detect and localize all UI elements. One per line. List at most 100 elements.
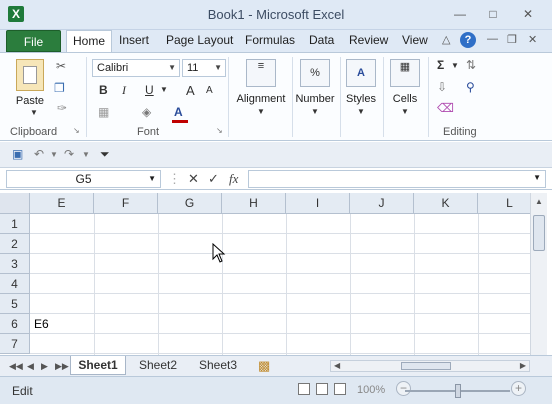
worksheet-grid[interactable]: E F G H I J K L 1 2 3 4 5 6 7 E6 (0, 193, 530, 355)
scroll-right-icon[interactable]: ▶ (520, 361, 526, 370)
font-name-select[interactable]: Calibri ▼ (92, 59, 180, 77)
zoom-out-icon[interactable]: − (396, 381, 411, 396)
close-icon[interactable]: ✕ (520, 7, 536, 21)
tab-view[interactable]: View (402, 33, 428, 47)
page-break-preview-icon[interactable] (334, 383, 346, 395)
prev-sheet-icon[interactable]: ◀ (27, 361, 34, 372)
format-painter-icon[interactable]: ✑ (57, 101, 67, 115)
scroll-left-icon[interactable]: ◀ (334, 361, 340, 370)
grow-font-button[interactable]: A (186, 83, 195, 98)
column-header-i[interactable]: I (286, 193, 350, 214)
zoom-level[interactable]: 100% (357, 384, 385, 396)
workbook-close-icon[interactable]: ✕ (528, 33, 537, 46)
sheet-tab-sheet2[interactable]: Sheet2 (130, 356, 186, 375)
borders-icon[interactable]: ▦ (98, 105, 109, 119)
paste-dropdown-icon[interactable]: ▼ (30, 108, 38, 117)
vertical-scroll-thumb[interactable] (533, 215, 545, 251)
workbook-minimize-icon[interactable]: — (487, 33, 498, 45)
styles-button[interactable]: Styles (342, 93, 380, 105)
last-sheet-icon[interactable]: ▶▶ (55, 361, 69, 372)
maximize-icon[interactable]: □ (485, 7, 501, 21)
next-sheet-icon[interactable]: ▶ (41, 361, 48, 372)
styles-dropdown-icon[interactable]: ▼ (357, 107, 365, 116)
column-header-h[interactable]: H (222, 193, 286, 214)
row-header-6[interactable]: 6 (0, 314, 30, 334)
tab-data[interactable]: Data (309, 33, 334, 47)
first-sheet-icon[interactable]: ◀◀ (9, 361, 23, 372)
number-button[interactable]: Number (293, 93, 337, 105)
number-dropdown-icon[interactable]: ▼ (311, 107, 319, 116)
zoom-in-icon[interactable]: + (511, 381, 526, 396)
undo-dropdown-icon[interactable]: ▼ (50, 150, 58, 159)
sheet-tab-sheet3[interactable]: Sheet3 (190, 356, 246, 375)
paste-icon[interactable] (16, 59, 44, 91)
row-header-5[interactable]: 5 (0, 294, 30, 314)
font-launcher-icon[interactable]: ↘ (216, 126, 223, 135)
workbook-restore-icon[interactable]: ❐ (507, 33, 517, 46)
font-size-select[interactable]: 11 ▼ (182, 59, 226, 77)
shrink-font-button[interactable]: A (206, 85, 213, 96)
horizontal-scroll-thumb[interactable] (401, 362, 451, 370)
formula-input[interactable]: ▼ (248, 170, 546, 188)
enter-entry-icon[interactable]: ✓ (208, 171, 219, 187)
column-header-f[interactable]: F (94, 193, 158, 214)
customize-qat-icon[interactable]: ⏷ (100, 147, 110, 162)
horizontal-scrollbar[interactable]: ◀ ▶ (330, 360, 530, 372)
column-header-e[interactable]: E (30, 193, 94, 214)
cells-icon[interactable]: ▦ (390, 59, 420, 87)
ribbon-collapse-icon[interactable]: △ (442, 33, 450, 46)
redo-dropdown-icon[interactable]: ▼ (82, 150, 90, 159)
font-color-button[interactable]: A (174, 105, 183, 119)
paste-button[interactable]: Paste (14, 95, 46, 107)
underline-dropdown-icon[interactable]: ▼ (160, 85, 168, 94)
save-icon[interactable]: ▣ (12, 147, 23, 161)
autosum-icon[interactable]: Σ (437, 58, 444, 72)
autosum-dropdown-icon[interactable]: ▼ (451, 61, 459, 70)
redo-icon[interactable]: ↷ (64, 147, 74, 161)
cancel-entry-icon[interactable]: ✕ (188, 171, 199, 187)
tab-page-layout[interactable]: Page Layout (166, 33, 233, 47)
help-icon[interactable]: ? (460, 32, 476, 48)
alignment-icon[interactable]: ≡ (246, 59, 276, 87)
insert-function-button[interactable]: fx (229, 171, 238, 187)
normal-view-icon[interactable] (298, 383, 310, 395)
zoom-slider-thumb[interactable] (455, 384, 461, 398)
underline-button[interactable]: U (145, 83, 154, 97)
vertical-scrollbar[interactable]: ▲ (530, 193, 547, 355)
page-layout-view-icon[interactable] (316, 383, 328, 395)
fill-color-icon[interactable]: ◈ (142, 105, 151, 119)
column-header-g[interactable]: G (158, 193, 222, 214)
clear-icon[interactable]: ⌫ (437, 101, 454, 115)
styles-icon[interactable]: A (346, 59, 376, 87)
copy-icon[interactable]: ❐ (54, 81, 65, 95)
scroll-up-icon[interactable]: ▲ (535, 197, 543, 206)
row-header-1[interactable]: 1 (0, 214, 30, 234)
sheet-tab-sheet1[interactable]: Sheet1 (70, 356, 126, 375)
select-all-corner[interactable] (0, 193, 30, 214)
column-header-j[interactable]: J (350, 193, 414, 214)
tab-insert[interactable]: Insert (119, 33, 149, 47)
cells-button[interactable]: Cells (386, 93, 424, 105)
row-header-2[interactable]: 2 (0, 234, 30, 254)
clipboard-launcher-icon[interactable]: ↘ (73, 126, 80, 135)
fill-icon[interactable]: ⇩ (437, 80, 447, 94)
tab-formulas[interactable]: Formulas (245, 33, 295, 47)
italic-button[interactable]: I (122, 83, 126, 98)
number-format-icon[interactable]: % (300, 59, 330, 87)
column-header-k[interactable]: K (414, 193, 478, 214)
alignment-button[interactable]: Alignment (232, 93, 290, 105)
tab-file[interactable]: File (6, 30, 61, 52)
find-select-icon[interactable]: ⚲ (466, 80, 475, 94)
column-header-l[interactable]: L (478, 193, 530, 214)
insert-sheet-icon[interactable]: ▩ (258, 358, 270, 374)
cells-dropdown-icon[interactable]: ▼ (401, 107, 409, 116)
sort-filter-icon[interactable]: ⇅ (466, 58, 476, 72)
cell-e6[interactable]: E6 (34, 317, 49, 331)
formula-expand-icon[interactable]: ▼ (533, 173, 541, 182)
cut-icon[interactable]: ✂ (56, 59, 66, 73)
alignment-dropdown-icon[interactable]: ▼ (257, 107, 265, 116)
row-header-4[interactable]: 4 (0, 274, 30, 294)
tab-home[interactable]: Home (66, 30, 113, 52)
minimize-icon[interactable]: — (452, 7, 468, 21)
undo-icon[interactable]: ↶ (34, 147, 44, 161)
